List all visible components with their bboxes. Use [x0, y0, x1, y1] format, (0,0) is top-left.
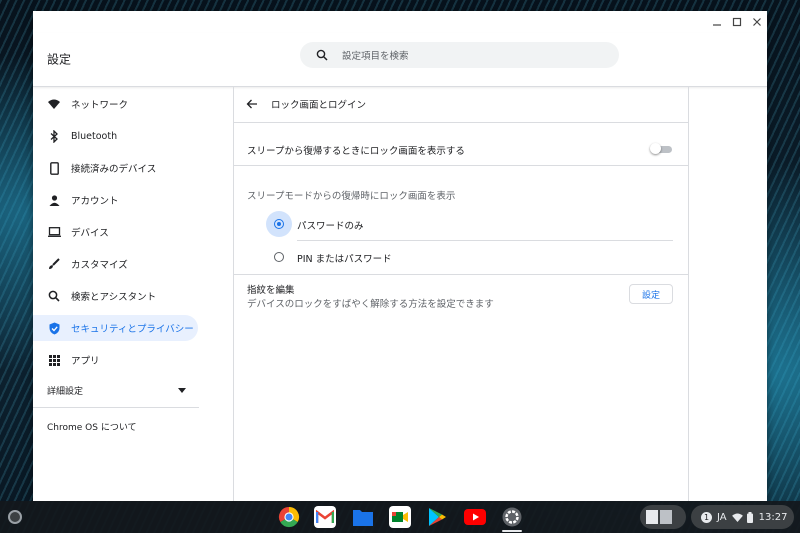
- bluetooth-icon: [47, 129, 61, 143]
- fingerprint-description: デバイスのロックをすばやく解除する方法を設定できます: [247, 299, 494, 310]
- close-button[interactable]: [747, 11, 767, 33]
- fingerprint-title: 指紋を編集: [247, 285, 295, 296]
- sleep-section-label: スリープモードからの復帰時にロック画面を表示: [247, 191, 456, 202]
- sidebar-divider: [33, 407, 199, 408]
- sidebar-item-device[interactable]: デバイス: [33, 219, 198, 245]
- page-title: ロック画面とログイン: [271, 100, 367, 111]
- sidebar-item-label: カスタマイズ: [71, 260, 128, 271]
- settings-window: 設定 設定項目を検索 ネットワーク Bluetooth 接続済みのデバイス アカ…: [33, 11, 767, 501]
- thumbnail-icon: [646, 510, 658, 524]
- notification-count: 1: [701, 511, 712, 523]
- brush-icon: [47, 257, 61, 271]
- sidebar-item-personalization[interactable]: カスタマイズ: [33, 251, 198, 277]
- clock: 13:27: [758, 511, 788, 523]
- chrome-icon[interactable]: [278, 506, 300, 528]
- sidebar-item-search-assistant[interactable]: 検索とアシスタント: [33, 283, 198, 309]
- radio-pin-or-password[interactable]: [274, 252, 284, 262]
- person-icon: [47, 193, 61, 207]
- sidebar-item-bluetooth[interactable]: Bluetooth: [33, 123, 198, 149]
- play-store-icon[interactable]: [426, 506, 448, 528]
- minimize-button[interactable]: [707, 11, 727, 33]
- search-input[interactable]: 設定項目を検索: [300, 42, 619, 68]
- radio-label-password-only[interactable]: パスワードのみ: [297, 218, 364, 232]
- battery-icon: [746, 511, 753, 523]
- toggle-knob: [650, 143, 661, 154]
- sidebar-item-label: Bluetooth: [71, 130, 118, 142]
- maximize-icon: [732, 17, 742, 27]
- laptop-icon: [47, 225, 61, 239]
- search-icon: [316, 49, 328, 61]
- caret-down-icon[interactable]: [178, 388, 186, 393]
- title-divider: [234, 122, 689, 123]
- sidebar-item-accounts[interactable]: アカウント: [33, 187, 198, 213]
- window-caption-buttons: [707, 11, 767, 33]
- sidebar-item-label: 接続済みのデバイス: [71, 164, 157, 175]
- advanced-settings-toggle[interactable]: 詳細設定: [47, 384, 83, 397]
- wifi-icon: [47, 97, 61, 111]
- apps-grid-icon: [47, 353, 61, 367]
- sidebar-item-about[interactable]: Chrome OS について: [47, 420, 137, 433]
- wifi-status-icon: [731, 512, 743, 522]
- main-content: ロック画面とログイン スリープから復帰するときにロック画面を表示する スリープモ…: [234, 87, 689, 501]
- sidebar-item-network[interactable]: ネットワーク: [33, 91, 198, 117]
- back-arrow-icon[interactable]: [246, 98, 258, 110]
- sidebar-item-connected-devices[interactable]: 接続済みのデバイス: [33, 155, 198, 181]
- ime-indicator: JA: [717, 511, 727, 523]
- row-divider: [234, 165, 689, 166]
- search-placeholder: 設定項目を検索: [342, 51, 409, 62]
- holding-space-tray[interactable]: [640, 505, 686, 529]
- settings-icon[interactable]: [501, 506, 523, 528]
- shelf: 1 JA 13:27: [0, 501, 800, 533]
- radio-label-pin-or-password[interactable]: PIN またはパスワード: [297, 251, 392, 265]
- phone-icon: [47, 161, 61, 175]
- wake-lock-label: スリープから復帰するときにロック画面を表示する: [247, 146, 465, 157]
- wake-lock-toggle[interactable]: [650, 143, 672, 155]
- advanced-label: 詳細設定: [47, 387, 84, 397]
- shield-icon: [47, 321, 61, 335]
- files-icon[interactable]: [352, 506, 374, 528]
- sidebar-item-label: 検索とアシスタント: [71, 292, 157, 303]
- sidebar-item-label: アプリ: [71, 356, 100, 367]
- row-divider: [234, 274, 689, 275]
- sidebar-item-security-privacy[interactable]: セキュリティとプライバシー: [33, 315, 198, 341]
- status-tray[interactable]: 1 JA 13:27: [691, 505, 794, 529]
- sidebar-item-label: アカウント: [71, 196, 119, 207]
- sidebar-item-label: セキュリティとプライバシー: [71, 324, 194, 335]
- sidebar-item-apps[interactable]: アプリ: [33, 347, 198, 373]
- youtube-icon[interactable]: [464, 506, 486, 528]
- about-label: Chrome OS について: [47, 423, 137, 433]
- gmail-icon[interactable]: [314, 506, 336, 528]
- radio-divider: [297, 240, 673, 241]
- sidebar-item-label: ネットワーク: [71, 100, 129, 111]
- app-title: 設定: [47, 52, 72, 67]
- thumbnail-icon: [660, 510, 672, 524]
- maximize-button[interactable]: [727, 11, 747, 33]
- radio-password-only[interactable]: [274, 219, 284, 229]
- app-header: 設定 設定項目を検索: [33, 33, 767, 87]
- minimize-icon: [713, 24, 721, 26]
- fingerprint-settings-button[interactable]: 設定: [629, 284, 673, 304]
- launcher-button[interactable]: [8, 510, 22, 524]
- meet-icon[interactable]: [389, 506, 411, 528]
- sidebar-item-label: デバイス: [71, 228, 109, 239]
- close-icon: [753, 18, 761, 26]
- sidebar: ネットワーク Bluetooth 接続済みのデバイス アカウント デバイス カス…: [33, 87, 233, 501]
- search-icon: [47, 289, 61, 303]
- running-app-indicator: [502, 530, 522, 532]
